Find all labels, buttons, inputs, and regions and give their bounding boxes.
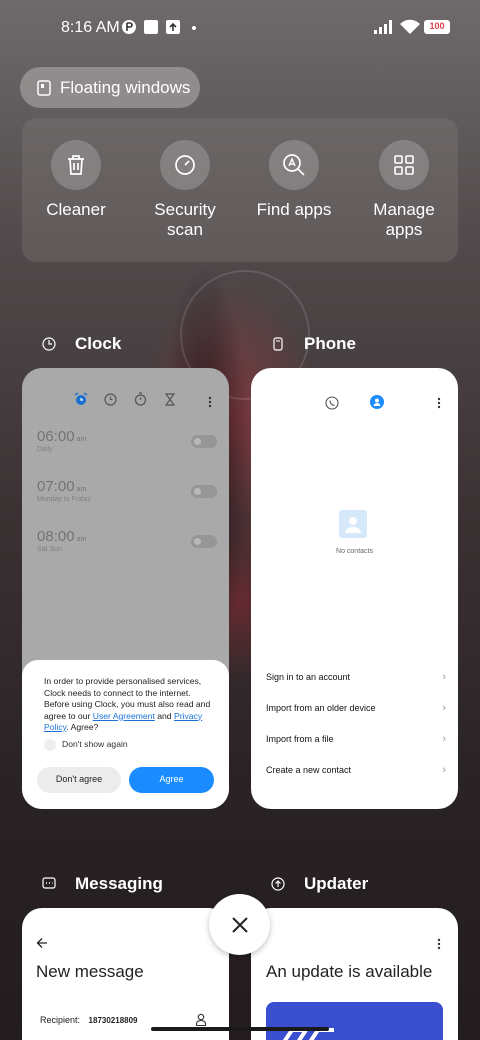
tool-label: Manage apps (373, 200, 435, 239)
recipient-field[interactable]: Recipient: 18730218809 (40, 1015, 138, 1025)
app-title-updater: Updater (271, 874, 368, 894)
floating-windows-label: Floating windows (60, 77, 191, 97)
chevron-right-icon: › (442, 702, 446, 714)
tool-label: Find apps (256, 200, 332, 219)
notification-app-icon (122, 20, 136, 34)
consent-text: In order to provide personalised service… (44, 676, 211, 732)
messaging-app-card[interactable]: New message Recipient: 18730218809 (22, 908, 229, 1040)
find-apps-icon (269, 140, 319, 190)
alarm-toggle[interactable] (191, 485, 217, 498)
recipient-value: 18730218809 (88, 1016, 138, 1025)
action-label: Sign in to an account (266, 672, 351, 682)
app-title-label: Updater (304, 874, 369, 893)
user-agreement-link[interactable]: User Agreement (93, 711, 155, 721)
more-options-icon[interactable] (437, 397, 441, 409)
agree-button[interactable]: Agree (129, 767, 214, 793)
tool-cleaner[interactable]: Cleaner (21, 140, 131, 220)
checkbox-circle (44, 739, 56, 751)
update-banner (266, 1002, 443, 1040)
action-label: Create a new contact (266, 765, 352, 775)
no-contacts-label: No contacts (336, 548, 373, 555)
chevron-right-icon: › (442, 671, 446, 683)
create-contact-item[interactable]: Create a new contact › (266, 764, 446, 776)
alarm-item[interactable]: 06:00 am Daily (37, 428, 217, 453)
more-options-icon[interactable] (208, 396, 212, 408)
wifi-icon (400, 19, 420, 34)
import-file-item[interactable]: Import from a file › (266, 733, 446, 745)
sign-in-account-item[interactable]: Sign in to an account › (266, 671, 446, 683)
alarm-tab-icon[interactable] (74, 392, 88, 406)
action-label: Import from an older device (266, 703, 376, 713)
more-options-icon[interactable] (437, 938, 441, 950)
recents-tab-icon[interactable] (325, 396, 339, 410)
tool-label: Security scan (154, 200, 216, 239)
trash-icon (51, 140, 101, 190)
alarm-toggle[interactable] (191, 435, 217, 448)
action-label: Import from a file (266, 734, 334, 744)
tool-find-apps[interactable]: Find apps (239, 140, 349, 220)
updater-app-card[interactable]: An update is available (251, 908, 458, 1040)
quick-tools-panel: Cleaner Security scan Find apps Manage a… (22, 118, 458, 262)
app-title-label: Messaging (75, 874, 163, 893)
security-scan-icon (160, 140, 210, 190)
phone-app-card[interactable]: No contacts Sign in to an account › Impor… (251, 368, 458, 809)
dont-show-again-checkbox[interactable]: Don't show again (44, 739, 128, 751)
alarm-repeat: Daily (37, 446, 53, 453)
new-message-heading: New message (36, 962, 144, 981)
phone-app-icon (273, 337, 283, 351)
tool-manage-apps[interactable]: Manage apps (349, 140, 459, 240)
timer-tab-icon[interactable] (165, 393, 175, 406)
tool-security-scan[interactable]: Security scan (130, 140, 240, 240)
alarm-time: 08:00 am (37, 528, 87, 545)
alarm-time: 07:00 am (37, 478, 87, 495)
contact-picker-icon[interactable] (195, 1013, 207, 1026)
close-icon (231, 916, 248, 933)
floating-windows-button[interactable]: Floating windows (20, 67, 200, 108)
alarm-repeat: Monday to Friday (37, 496, 92, 503)
upload-icon (166, 20, 180, 34)
updater-icon (271, 877, 285, 891)
alarm-item[interactable]: 08:00 am Sat Sun (37, 528, 217, 553)
alarm-repeat: Sat Sun (37, 546, 62, 553)
clock-app-card[interactable]: 06:00 am Daily 07:00 am Monday to Friday 0… (22, 368, 229, 809)
app-title-label: Phone (304, 334, 356, 353)
app-title-messaging: Messaging (42, 874, 163, 894)
update-heading: An update is available (266, 962, 433, 981)
dont-agree-button[interactable]: Don't agree (37, 767, 121, 793)
recipient-label: Recipient: (40, 1015, 81, 1025)
status-more-dot (192, 26, 196, 30)
battery-icon: 100 (424, 20, 450, 34)
app-title-phone: Phone (271, 334, 356, 354)
close-all-button[interactable] (209, 894, 270, 955)
floating-window-icon (37, 79, 51, 96)
app-title-label: Clock (75, 334, 122, 353)
alarm-toggle[interactable] (191, 535, 217, 548)
app-title-clock: Clock (42, 334, 121, 354)
back-arrow-icon[interactable] (36, 937, 48, 949)
alarm-item[interactable]: 07:00 am Monday to Friday (37, 478, 217, 503)
notification-square-icon (144, 20, 158, 34)
miui-logo-icon (282, 1028, 334, 1040)
consent-dialog: In order to provide personalised service… (22, 660, 229, 809)
contacts-tab-icon[interactable] (370, 395, 384, 409)
clock-icon (42, 337, 56, 351)
import-older-device-item[interactable]: Import from an older device › (266, 702, 446, 714)
dont-show-again-label: Don't show again (62, 739, 128, 750)
home-indicator[interactable] (151, 1027, 329, 1031)
chevron-right-icon: › (442, 764, 446, 776)
empty-contacts-icon (339, 510, 367, 538)
status-time: 8:16 AM (61, 19, 120, 36)
status-bar: 8:16 AM 100 (0, 0, 480, 56)
world-clock-tab-icon[interactable] (104, 393, 117, 406)
tool-label: Cleaner (46, 200, 106, 219)
alarm-time: 06:00 am (37, 428, 87, 445)
messaging-icon (42, 877, 56, 889)
signal-icon (374, 20, 392, 34)
stopwatch-tab-icon[interactable] (134, 392, 147, 406)
chevron-right-icon: › (442, 733, 446, 745)
grid-icon (379, 140, 429, 190)
